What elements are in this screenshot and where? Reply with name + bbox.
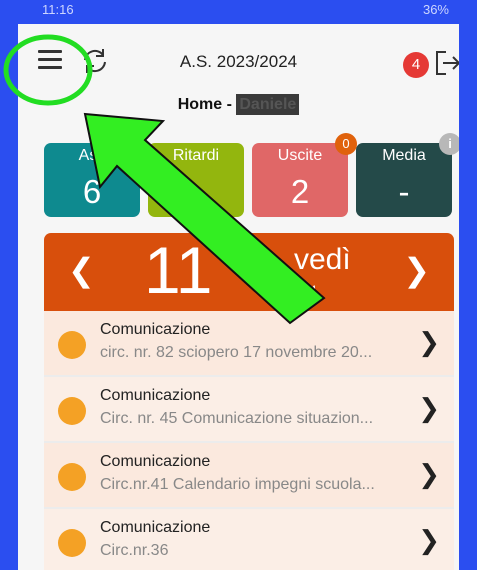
phone-screen: 11:16 36% A.S. 2023/2024 4 Home - Daniel… [18, 0, 459, 570]
date-day: 11 [144, 233, 213, 307]
status-bar: 11:16 36% [18, 0, 459, 24]
tile-label: Ritardi [172, 147, 220, 164]
date-weekday: vedì [294, 243, 351, 276]
tile-media[interactable]: Media - [356, 143, 452, 217]
page-title: Home - Daniele [18, 94, 459, 115]
chevron-right-icon: ❯ [418, 525, 440, 555]
tile-label: Uscite [277, 147, 323, 164]
list-item[interactable]: Comunicazione Circ.nr.41 Calendario impe… [44, 443, 454, 509]
item-title: Comunicazione [100, 387, 211, 404]
item-subtitle: Circ.nr.36 [100, 542, 169, 559]
tile-uscite[interactable]: Uscite 2 [252, 143, 348, 217]
logout-icon[interactable] [432, 48, 459, 78]
uscite-badge: 0 [335, 133, 357, 155]
chevron-right-icon: ❯ [418, 459, 440, 489]
tile-label: Media [382, 147, 426, 164]
status-dot [58, 463, 86, 491]
tile-value: - [398, 173, 410, 210]
app-bar: A.S. 2023/2024 4 [18, 24, 459, 90]
next-day-button[interactable]: ❯ [403, 251, 430, 289]
tile-value: 2 [290, 173, 310, 210]
home-label: Home - [177, 96, 237, 113]
item-subtitle: Circ.nr.41 Calendario impegni scuola... [100, 476, 375, 493]
item-subtitle: Circ. nr. 45 Comunicazione situazion... [100, 410, 374, 427]
list-item[interactable]: Comunicazione Circ.nr.36 ❯ [44, 509, 454, 570]
notification-badge[interactable]: 4 [403, 52, 429, 78]
school-year: A.S. 2023/2024 [179, 52, 298, 71]
status-dot [58, 331, 86, 359]
item-title: Comunicazione [100, 321, 211, 338]
tile-ritardi[interactable]: Ritardi [148, 143, 244, 217]
date-month-year: G 2024 [262, 283, 320, 297]
item-title: Comunicazione [100, 519, 211, 536]
info-icon[interactable]: i [439, 133, 459, 155]
list-item[interactable]: Comunicazione circ. nr. 82 sciopero 17 n… [44, 311, 454, 377]
prev-day-button[interactable]: ❮ [68, 251, 95, 289]
communications-list: Comunicazione circ. nr. 82 sciopero 17 n… [44, 311, 454, 570]
chevron-right-icon: ❯ [418, 393, 440, 423]
item-subtitle: circ. nr. 82 sciopero 17 novembre 20... [100, 344, 373, 361]
date-banner: ❮ 11 vedì G 2024 ❯ [44, 233, 454, 311]
student-name: Daniele [236, 94, 300, 115]
tile-assenze[interactable]: Ass 6 [44, 143, 140, 217]
tile-label: Ass [78, 147, 106, 164]
tile-value: 6 [82, 173, 102, 210]
item-title: Comunicazione [100, 453, 211, 470]
battery-level: 36% [422, 2, 449, 17]
status-time: 11:16 [42, 2, 74, 17]
list-item[interactable]: Comunicazione Circ. nr. 45 Comunicazione… [44, 377, 454, 443]
status-dot [58, 397, 86, 425]
status-dot [58, 529, 86, 557]
chevron-right-icon: ❯ [418, 327, 440, 357]
